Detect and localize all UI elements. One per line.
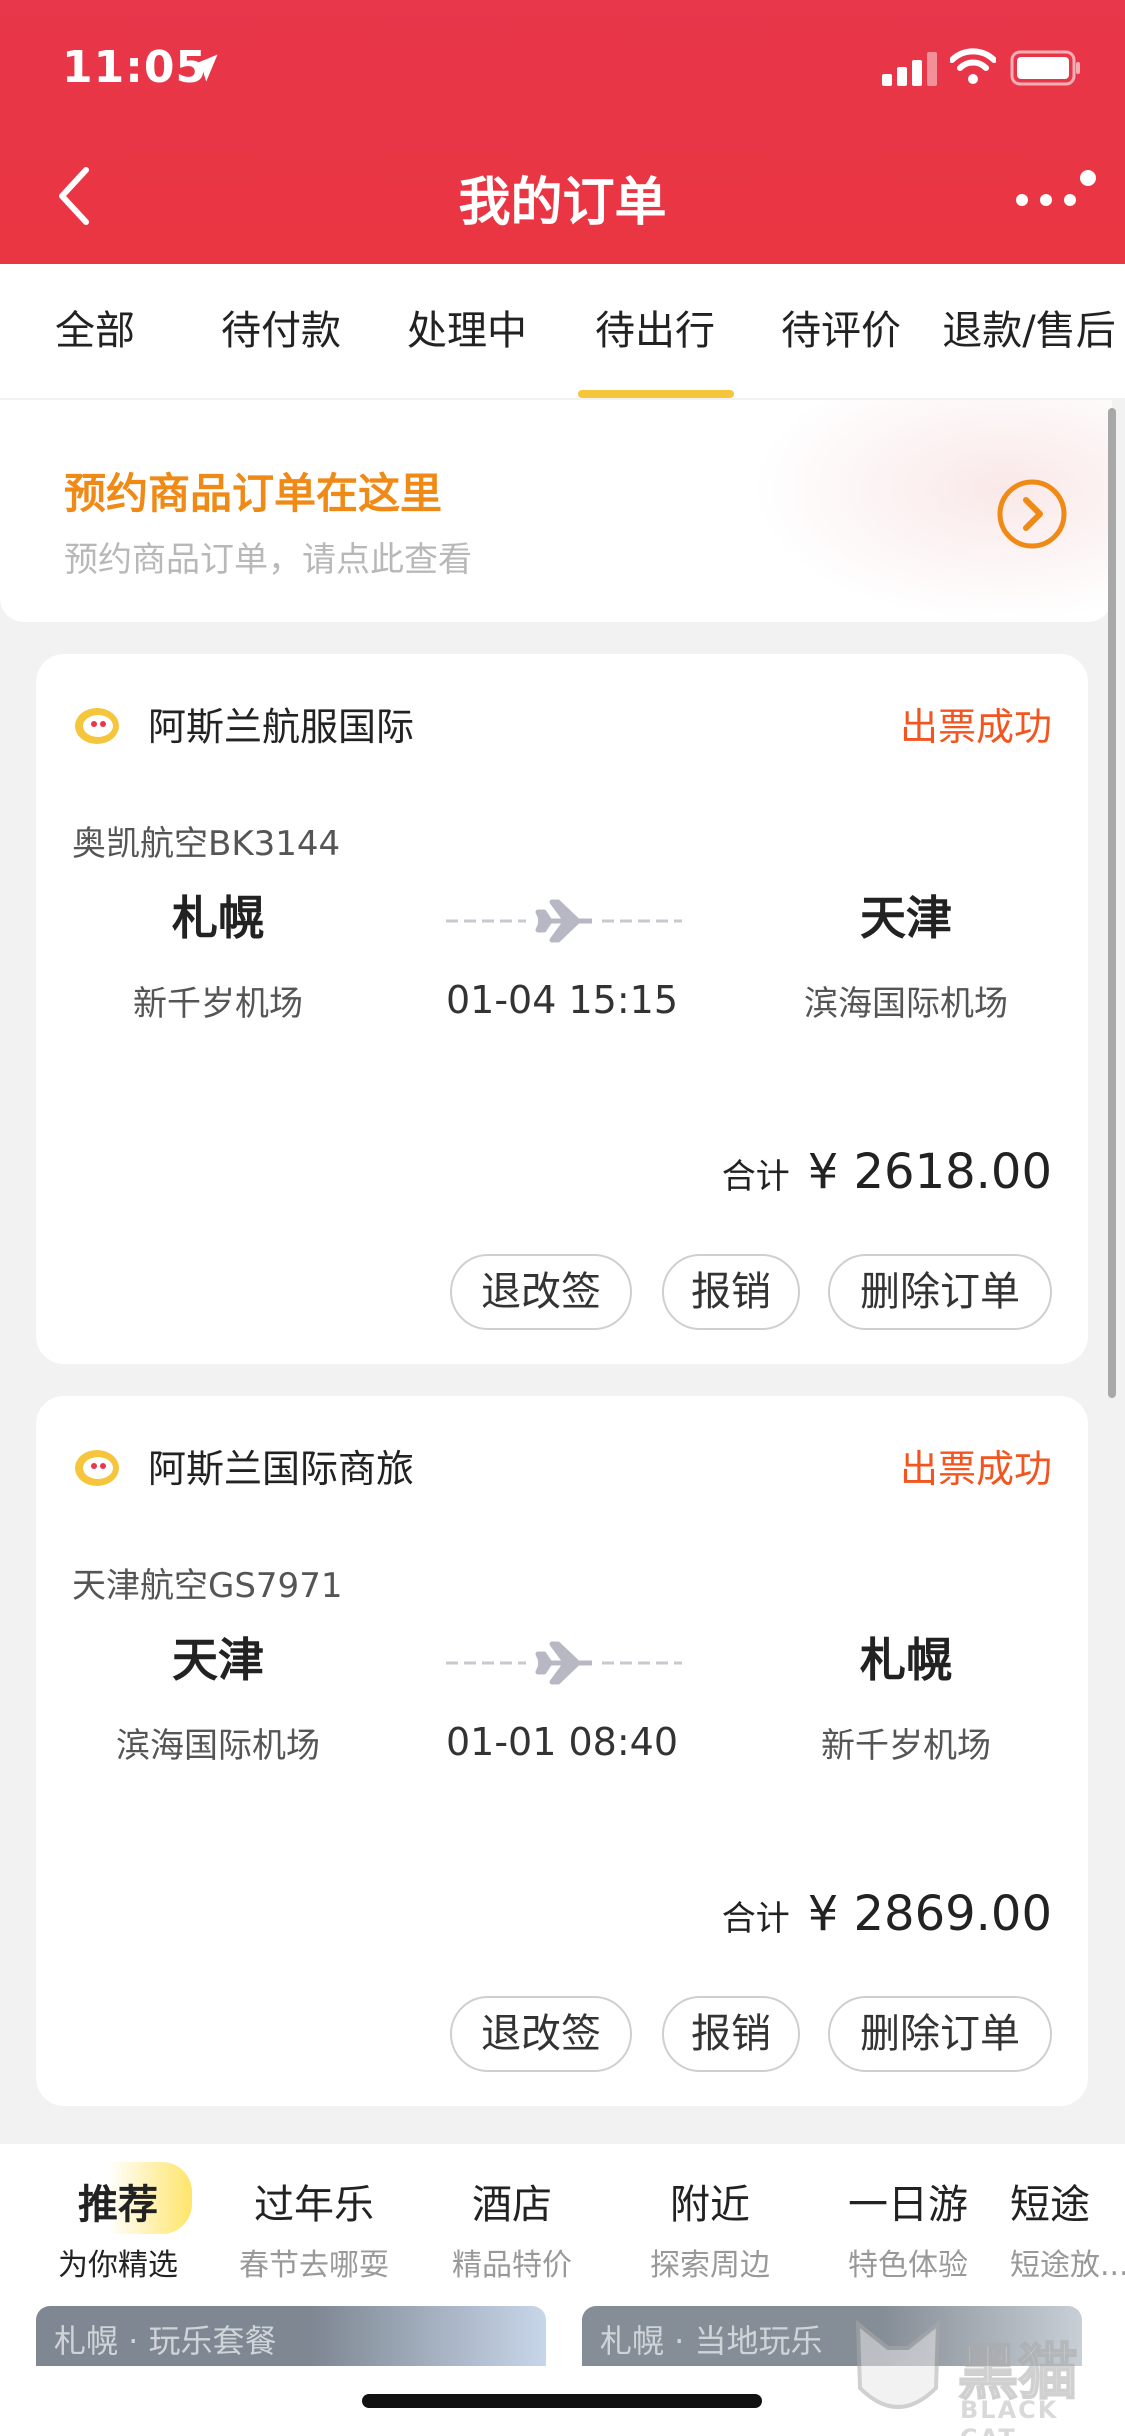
location-arrow-icon [190, 54, 218, 82]
departure-airport: 滨海国际机场 [116, 1726, 320, 1766]
total-row: 合计 ¥ 2869.00 [722, 1886, 1052, 1942]
chevron-right-circle-icon[interactable] [996, 478, 1068, 550]
tab-pending-payment[interactable]: 待付款 [186, 264, 376, 398]
tab-pending-review[interactable]: 待评价 [746, 264, 936, 398]
arrival-city: 札幌 [860, 1633, 952, 1687]
refund-change-button[interactable]: 退改签 [450, 1996, 632, 2072]
total-label: 合计 [721, 1157, 790, 1197]
total-amount: ¥ 2869.00 [807, 1886, 1052, 1942]
total-label: 合计 [721, 1899, 790, 1939]
watermark-sub: BLACK CAT [960, 2396, 1059, 2436]
plane-icon [446, 1641, 682, 1685]
rec-tab-short-trip[interactable]: 短途 短途放... [1010, 2172, 1125, 2284]
plane-icon [446, 899, 682, 943]
rec-tab-hotel[interactable]: 酒店 精品特价 [412, 2172, 612, 2284]
agency-name: 阿斯兰航服国际 [148, 705, 415, 749]
agency-name: 阿斯兰国际商旅 [148, 1447, 415, 1491]
rec-tab-nearby[interactable]: 附近 探索周边 [610, 2172, 810, 2284]
departure-datetime: 01-04 15:15 [445, 978, 678, 1022]
total-amount: ¥ 2618.00 [807, 1144, 1052, 1200]
rec-tab-title: 过年乐 [254, 2182, 374, 2228]
order-card[interactable]: 阿斯兰国际商旅 出票成功 天津航空GS7971 天津 滨海国际机场 01-01 … [36, 1396, 1088, 2106]
agency-logo-icon [75, 1450, 119, 1486]
status-badge: 出票成功 [899, 705, 1052, 749]
departure-city: 札幌 [172, 891, 264, 945]
arrival-airport: 新千岁机场 [821, 1726, 991, 1766]
rec-tab-day-trip[interactable]: 一日游 特色体验 [808, 2172, 1008, 2284]
more-dots-icon[interactable] [1008, 170, 1098, 220]
flight-number: 天津航空GS7971 [72, 1566, 343, 1606]
rec-tab-title: 推荐 [78, 2182, 158, 2228]
promo-subtitle: 预约商品订单，请点此查看 [64, 540, 472, 580]
black-cat-logo-icon [855, 2319, 941, 2409]
tab-upcoming-trip[interactable]: 待出行 [560, 264, 750, 398]
promo-title: 预约商品订单在这里 [64, 469, 443, 518]
delete-order-button[interactable]: 删除订单 [828, 1996, 1052, 2072]
tab-all[interactable]: 全部 [0, 264, 190, 398]
rec-tab-recommend[interactable]: 推荐 为你精选 [18, 2172, 218, 2284]
arrival-airport: 滨海国际机场 [804, 984, 1008, 1024]
rec-tab-sub: 特色体验 [848, 2248, 968, 2283]
signal-icon [882, 52, 937, 86]
arrival-city: 天津 [860, 891, 952, 945]
rec-tab-title: 附近 [670, 2182, 750, 2228]
app-header: 11:05 我的订单 [0, 0, 1125, 264]
rec-card-thumbnail[interactable]: 札幌 · 玩乐套餐 [36, 2306, 546, 2366]
agency-logo-icon [75, 708, 119, 744]
rec-tab-new-year[interactable]: 过年乐 春节去哪耍 [214, 2172, 414, 2284]
rec-tab-title: 酒店 [472, 2182, 552, 2228]
reimburse-button[interactable]: 报销 [662, 1996, 800, 2072]
page-title: 我的订单 [458, 173, 667, 233]
refund-change-button[interactable]: 退改签 [450, 1254, 632, 1330]
departure-airport: 新千岁机场 [133, 984, 303, 1024]
rec-tab-sub: 为你精选 [58, 2248, 178, 2283]
tab-processing[interactable]: 处理中 [372, 264, 562, 398]
wifi-icon [950, 48, 996, 84]
rec-tab-sub: 春节去哪耍 [239, 2248, 389, 2283]
tab-refund-aftersale[interactable]: 退款/售后 [934, 264, 1124, 398]
reimburse-button[interactable]: 报销 [662, 1254, 800, 1330]
departure-city: 天津 [172, 1633, 264, 1687]
order-tabs: 全部 待付款 处理中 待出行 待评价 退款/售后 [0, 264, 1125, 398]
rec-card-title: 札幌 · 当地玩乐 [600, 2322, 823, 2360]
order-card[interactable]: 阿斯兰航服国际 出票成功 奥凯航空BK3144 札幌 新千岁机场 01-04 1… [36, 654, 1088, 1364]
delete-order-button[interactable]: 删除订单 [828, 1254, 1052, 1330]
reservation-promo-banner[interactable]: 预约商品订单在这里 预约商品订单，请点此查看 [0, 400, 1112, 622]
home-indicator[interactable] [362, 2394, 762, 2408]
rec-tab-sub: 探索周边 [650, 2248, 770, 2283]
rec-tab-title: 一日游 [848, 2182, 968, 2228]
active-tab-indicator [578, 390, 734, 398]
scrollbar[interactable] [1108, 408, 1116, 1398]
rec-card-title: 札幌 · 玩乐套餐 [54, 2322, 277, 2360]
watermark: 黑猫 BLACK CAT [848, 2318, 1118, 2436]
total-row: 合计 ¥ 2618.00 [722, 1144, 1052, 1200]
status-badge: 出票成功 [899, 1447, 1052, 1491]
rec-tab-title: 短途 [1010, 2182, 1090, 2228]
flight-number: 奥凯航空BK3144 [72, 824, 341, 864]
departure-datetime: 01-01 08:40 [445, 1720, 678, 1764]
rec-tab-sub: 精品特价 [452, 2248, 572, 2283]
rec-tab-sub: 短途放... [1010, 2248, 1125, 2283]
battery-icon [1010, 50, 1080, 86]
